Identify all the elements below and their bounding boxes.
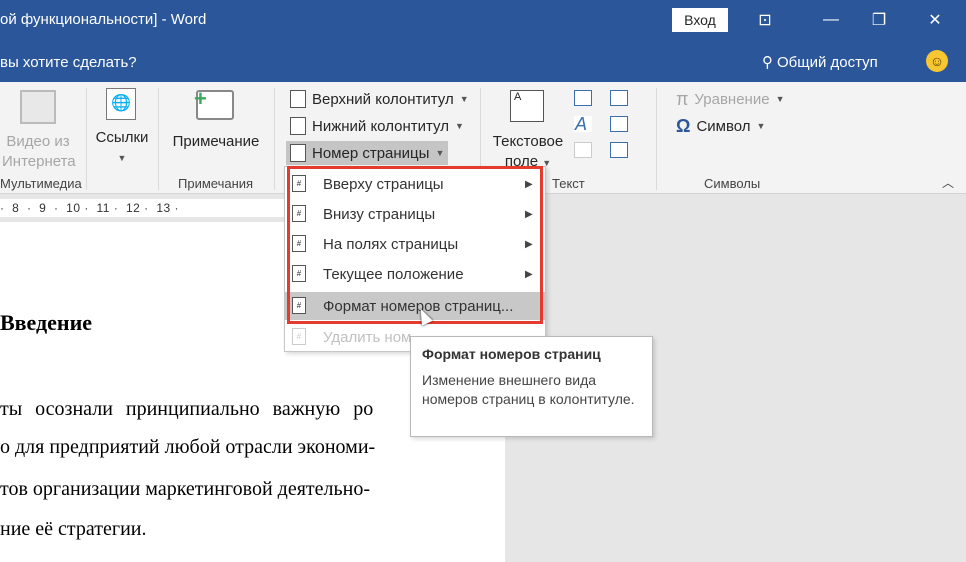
group-separator	[656, 88, 657, 190]
page-top-icon: #	[292, 175, 306, 192]
document-line: ние её стратегии.	[0, 518, 147, 540]
symbol-button[interactable]: Ω Символ ▼	[672, 114, 769, 138]
equation-label: Уравнение	[694, 90, 770, 108]
document-line: о для предприятий любой отрасли экономи-	[0, 436, 376, 458]
textbox-icon: A	[510, 90, 544, 122]
page-number-icon	[290, 144, 306, 162]
page-number-button[interactable]: Номер страницы ▼	[286, 141, 449, 165]
footer-icon	[290, 117, 306, 135]
tooltip-title: Формат номеров страниц	[422, 346, 601, 362]
menu-item-top-of-page[interactable]: # Вверху страницы ▶	[285, 170, 545, 198]
share-button[interactable]: ⚲ Общий доступ	[762, 53, 878, 72]
group-separator	[86, 88, 87, 190]
page-bottom-icon: #	[292, 205, 306, 222]
equation-button[interactable]: π Уравнение ▼	[672, 87, 788, 111]
document-line: тов организации маркетинговой деятельно-	[0, 478, 370, 500]
footer-caret-icon: ▼	[454, 121, 464, 131]
menu-item-current-position[interactable]: # Текущее положение ▶	[285, 260, 545, 288]
links-caret-icon: ▼	[117, 153, 127, 163]
ruler-numbers: · 8 · 9 · 10 · 11 · 12 · 13 ·	[0, 201, 179, 215]
minimize-icon[interactable]: —	[808, 0, 854, 40]
current-position-icon: #	[292, 265, 306, 282]
film-icon	[20, 90, 56, 124]
window-title: ой функциональности] - Word	[0, 11, 207, 28]
footer-label: Нижний колонтитул	[312, 117, 449, 135]
submenu-arrow-icon: ▶	[525, 178, 533, 190]
tooltip: Формат номеров страниц Изменение внешнег…	[410, 336, 653, 437]
quick-parts-icon[interactable]	[574, 90, 592, 106]
equation-caret-icon: ▼	[775, 94, 785, 104]
wordart-icon[interactable]: A	[574, 115, 592, 133]
video-label-2: Интернета	[2, 153, 76, 170]
links-button[interactable]: Ссылки ▼	[92, 128, 152, 168]
submenu-arrow-icon: ▶	[525, 208, 533, 220]
close-icon[interactable]: ✕	[912, 0, 958, 40]
omega-icon: Ω	[676, 115, 691, 136]
menu-item-label: Внизу страницы	[323, 205, 436, 223]
menu-item-label: На полях страницы	[323, 235, 459, 253]
plus-icon: +	[194, 86, 207, 111]
document-line: ты осознали принципиально важную ро	[0, 398, 374, 420]
group-separator	[158, 88, 159, 190]
restore-icon[interactable]: ❐	[856, 0, 902, 40]
person-icon: ⚲	[762, 54, 773, 71]
symbol-caret-icon: ▼	[756, 121, 766, 131]
footer-button[interactable]: Нижний колонтитул ▼	[286, 114, 468, 138]
header-label: Верхний колонтитул	[312, 90, 454, 108]
pi-icon: π	[676, 88, 689, 109]
page-number-caret-icon: ▼	[435, 148, 445, 158]
header-icon	[290, 90, 306, 108]
menu-item-label: Текущее положение	[323, 265, 464, 283]
links-icon: 🌐	[106, 88, 136, 120]
collapse-ribbon-icon[interactable]: ︿	[942, 174, 954, 191]
symbol-label: Символ	[696, 117, 751, 135]
login-button[interactable]: Вход	[672, 8, 728, 32]
smiley-feedback-icon[interactable]: ☺	[926, 50, 948, 72]
tell-me-input[interactable]: вы хотите сделать?	[0, 54, 137, 71]
page-margins-icon: #	[292, 235, 306, 252]
header-button[interactable]: Верхний колонтитул ▼	[286, 87, 473, 111]
group-separator	[274, 88, 275, 190]
submenu-arrow-icon: ▶	[525, 238, 533, 250]
comment-button[interactable]: Примечание	[166, 132, 266, 152]
tell-me-bar: вы хотите сделать? ⚲ Общий доступ ☺	[0, 40, 966, 82]
title-bar: ой функциональности] - Word Вход ⊡ — ❐ ✕	[0, 0, 966, 40]
online-video-button[interactable]: Видео из Интернета	[2, 132, 76, 172]
menu-item-format-page-numbers[interactable]: # Формат номеров страниц...	[285, 292, 545, 320]
remove-page-numbers-icon: #	[292, 328, 306, 345]
group-label-symbols: Символы	[704, 176, 761, 191]
video-label-1: Видео из	[6, 133, 70, 150]
submenu-arrow-icon: ▶	[525, 268, 533, 280]
page-number-label: Номер страницы	[312, 144, 430, 162]
format-page-numbers-icon: #	[292, 297, 306, 314]
header-caret-icon: ▼	[459, 94, 469, 104]
textbox-label-1: Текстовое	[492, 133, 564, 150]
menu-item-label: Удалить ном	[323, 328, 412, 346]
links-label: Ссылки	[95, 129, 149, 146]
document-heading: Введение	[0, 310, 93, 335]
group-label-media: Мультимедиа	[0, 176, 82, 191]
drop-cap-icon[interactable]	[574, 142, 592, 158]
signature-line-icon[interactable]	[610, 90, 628, 106]
tooltip-description: Изменение внешнего вида номеров страниц …	[422, 372, 635, 407]
menu-item-bottom-of-page[interactable]: # Внизу страницы ▶	[285, 200, 545, 228]
ribbon-display-options-icon[interactable]: ⊡	[742, 0, 788, 40]
menu-item-page-margins[interactable]: # На полях страницы ▶	[285, 230, 545, 258]
group-label-text: Текст	[552, 176, 585, 191]
share-label: Общий доступ	[777, 53, 878, 71]
date-time-icon[interactable]	[610, 116, 628, 132]
page-number-menu: # Вверху страницы ▶ # Внизу страницы ▶ #…	[284, 166, 546, 352]
group-label-comments: Примечания	[178, 176, 254, 191]
menu-item-label: Вверху страницы	[323, 175, 444, 193]
object-icon[interactable]	[610, 142, 628, 158]
